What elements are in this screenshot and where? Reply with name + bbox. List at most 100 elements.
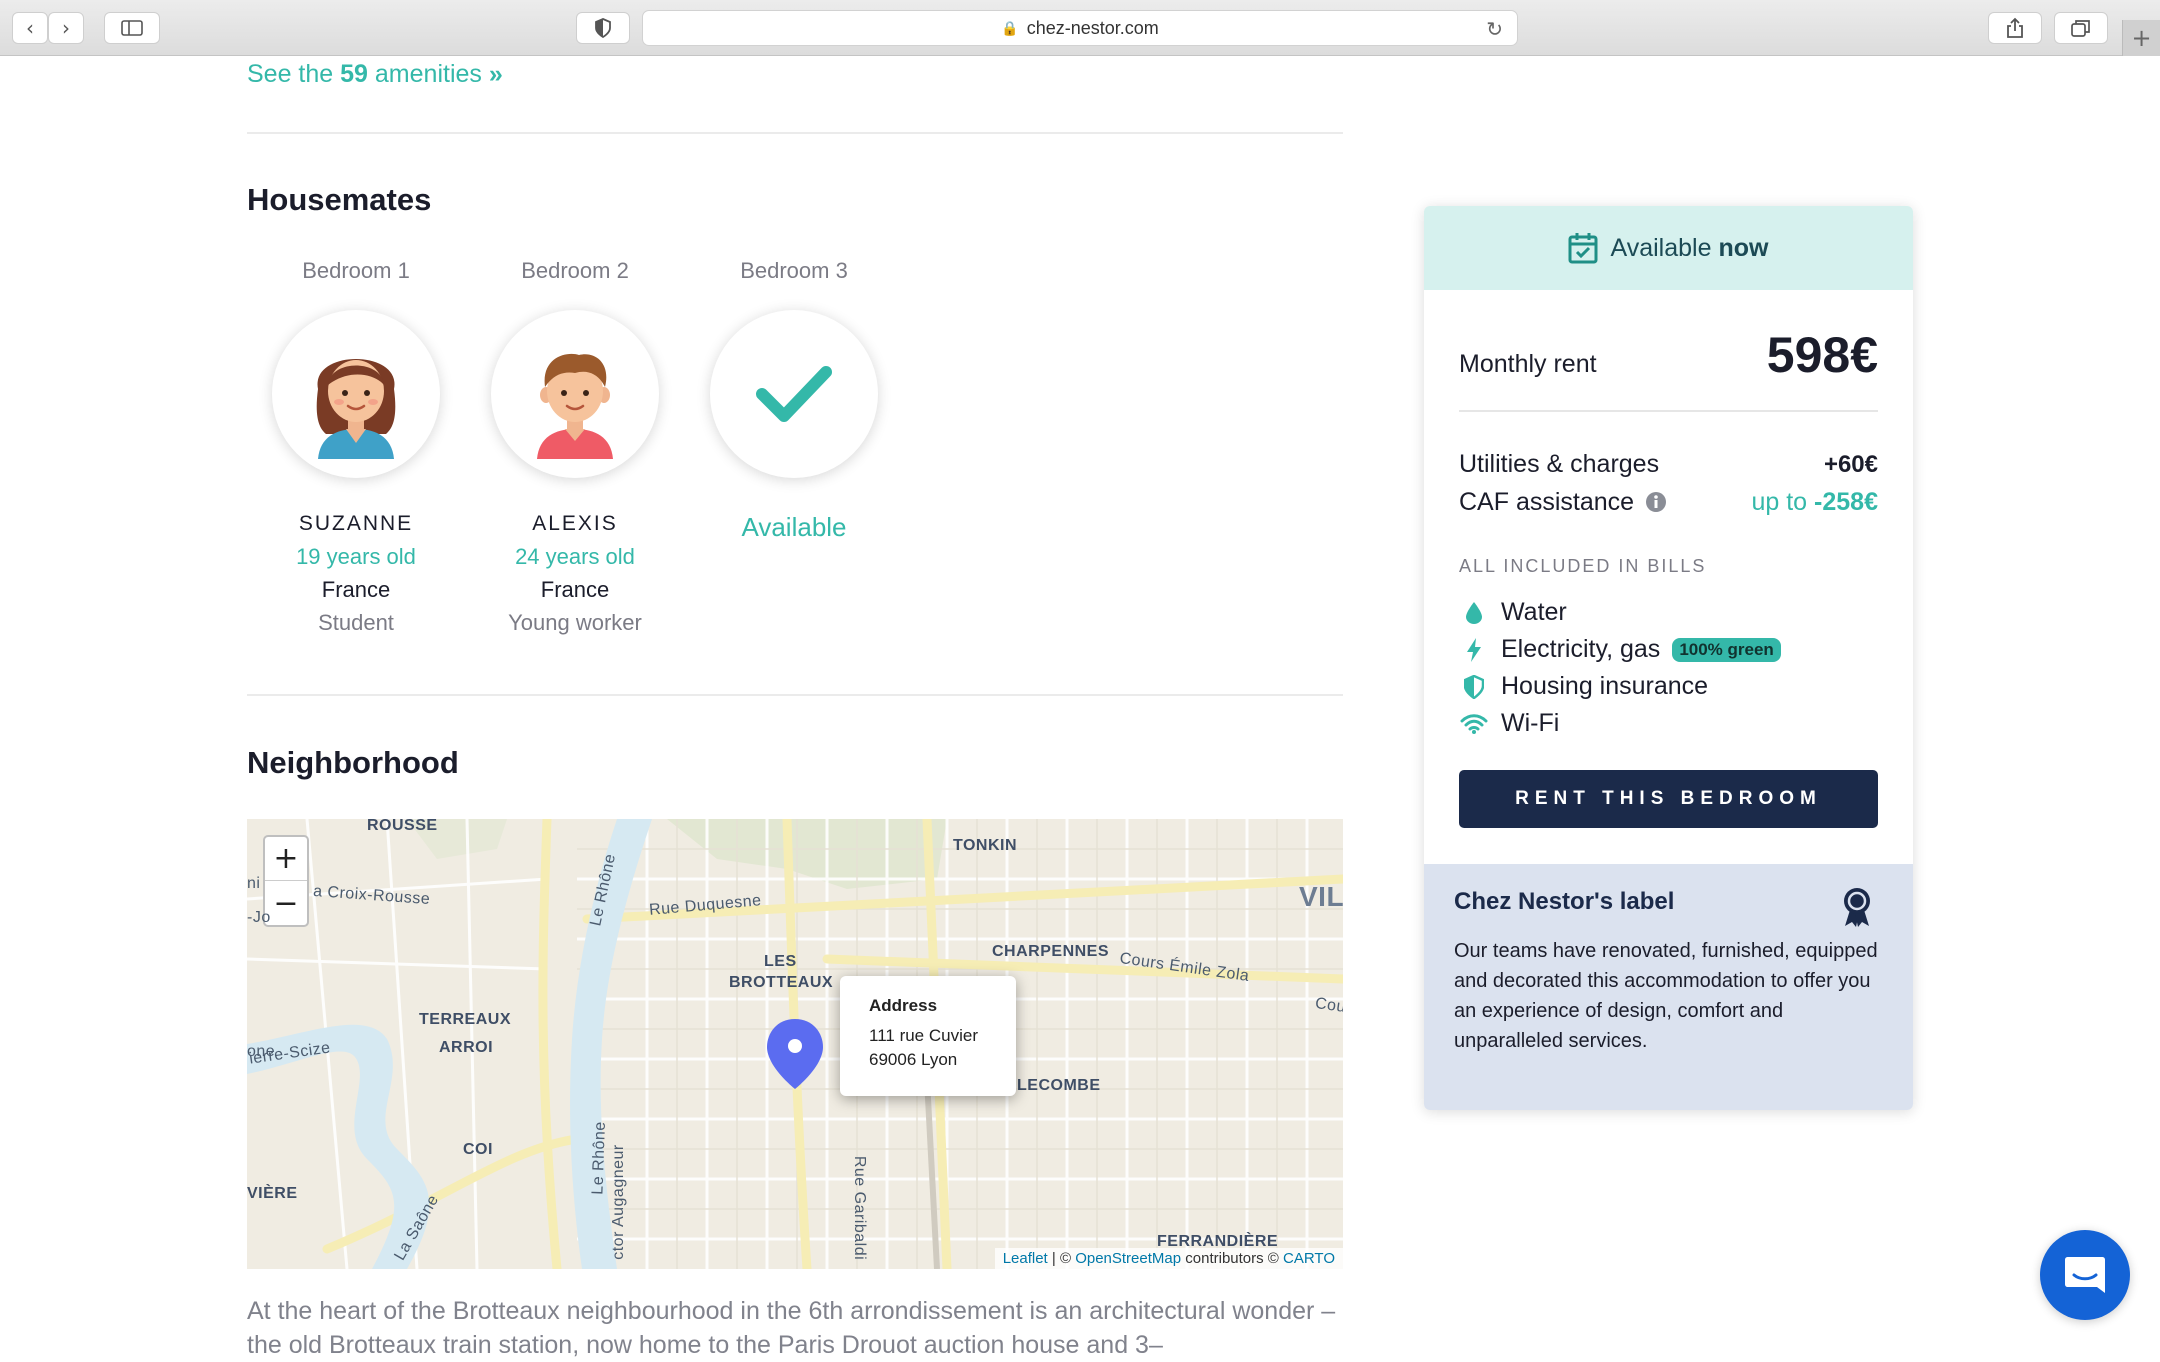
neighborhood-map[interactable]: + − ROUSSE TONKIN VIL a Croix-Rousse Rue…	[247, 819, 1343, 1269]
housemate-card: Bedroom 1 SUZANNE 19 years old France St…	[256, 258, 456, 636]
address-popup[interactable]: Address 111 rue Cuvier 69006 Lyon	[840, 976, 1016, 1096]
section-divider	[247, 132, 1343, 134]
map-label: ni	[247, 875, 261, 892]
attribution-contributors: contributors ©	[1181, 1250, 1284, 1267]
caf-label-text: CAF assistance	[1459, 488, 1635, 516]
avatar	[491, 310, 659, 478]
avatar	[710, 310, 878, 478]
neighborhood-title: Neighborhood	[247, 745, 459, 780]
share-button[interactable]	[1988, 12, 2042, 44]
address-bar[interactable]: 🔒 chez-nestor.com ↻	[642, 10, 1518, 46]
map-label: BROTTEAUX	[729, 974, 834, 991]
utilities-value: +60€	[1823, 451, 1878, 478]
shield-icon	[1464, 674, 1484, 699]
new-tab-button[interactable]: +	[2122, 20, 2160, 56]
map-label: VIÈRE	[247, 1185, 298, 1202]
see-amenities-link[interactable]: See the 59 amenities »	[247, 60, 503, 89]
sidebar-button[interactable]	[104, 12, 160, 44]
amenities-suffix: amenities	[374, 60, 482, 88]
monthly-rent-label: Monthly rent	[1459, 350, 1597, 378]
amenities-count: 59	[340, 60, 368, 88]
housemate-occupation: Young worker	[508, 610, 642, 635]
zoom-in-button[interactable]: +	[265, 837, 307, 881]
chevron-left-icon: ‹	[26, 16, 34, 40]
bill-label: Housing insurance	[1501, 672, 1709, 700]
leaflet-link[interactable]: Leaflet	[1003, 1250, 1048, 1267]
housemate-occupation: Student	[318, 610, 394, 635]
green-energy-badge: 100% green	[1672, 637, 1781, 662]
housemate-age: 24 years old	[515, 544, 635, 569]
rent-bedroom-button[interactable]: RENT THIS BEDROOM	[1459, 770, 1878, 828]
popup-title: Address	[869, 996, 938, 1015]
lightning-icon	[1467, 637, 1481, 662]
bedroom-available-status: Available	[741, 512, 847, 542]
reload-icon[interactable]: ↻	[1486, 17, 1503, 42]
share-icon	[2007, 17, 2023, 38]
caf-amount: -258€	[1814, 488, 1878, 516]
map-label: Le Rhône	[589, 1121, 609, 1195]
monthly-rent-value: 598€	[1766, 327, 1878, 383]
bedroom-label: Bedroom 3	[740, 258, 848, 283]
map-tiles	[247, 819, 1343, 1269]
amenities-prefix: See the	[247, 60, 334, 88]
chevron-right-icon: ›	[62, 16, 70, 40]
chat-icon	[2065, 1257, 2105, 1293]
sidebar-icon	[121, 20, 143, 36]
forward-button[interactable]: ›	[48, 12, 84, 44]
caf-prefix: up to	[1751, 488, 1808, 516]
map-label: Rue Garibaldi	[851, 1155, 869, 1261]
map-label: ARROI	[439, 1039, 494, 1056]
bedroom-label: Bedroom 1	[302, 258, 410, 283]
map-attribution: Leaflet | © OpenStreetMap contributors ©…	[994, 1248, 1343, 1269]
privacy-button[interactable]	[576, 12, 630, 44]
bedroom-label: Bedroom 2	[521, 258, 629, 283]
map-label: one	[247, 1043, 276, 1060]
available-bedroom-card[interactable]: Bedroom 3 Available	[694, 258, 894, 543]
lock-icon: 🔒	[1001, 19, 1019, 36]
map-label: COI	[463, 1141, 493, 1158]
attribution-separator: | ©	[1047, 1250, 1076, 1267]
boy-avatar-icon	[537, 353, 613, 459]
bill-item: Housing insurance	[1459, 672, 1708, 701]
bill-label: Electricity, gas	[1501, 635, 1661, 663]
bill-label: Water	[1501, 598, 1567, 626]
map-label: ctor Augagneur	[609, 1144, 627, 1260]
water-drop-icon	[1466, 601, 1482, 624]
info-icon[interactable]	[1645, 491, 1667, 513]
plus-icon: +	[2131, 24, 2152, 52]
zoom-out-button[interactable]: −	[265, 881, 307, 925]
wifi-icon	[1460, 713, 1488, 734]
monthly-rent-row: Monthly rent 598€	[1459, 326, 1878, 384]
availability-text: Available	[1610, 233, 1712, 262]
neighborhood-description: At the heart of the Brotteaux neighbourh…	[247, 1297, 1336, 1359]
housemates-title: Housemates	[247, 182, 432, 217]
caf-value: up to -258€	[1751, 488, 1878, 517]
housemate-name: SUZANNE	[298, 512, 414, 535]
avatar	[272, 310, 440, 478]
section-divider	[247, 694, 1343, 696]
osm-link[interactable]: OpenStreetMap	[1075, 1250, 1181, 1267]
tabs-overview-button[interactable]	[2054, 12, 2108, 44]
calendar-check-icon	[1568, 233, 1598, 264]
url-text: chez-nestor.com	[1026, 17, 1159, 38]
map-label: TONKIN	[953, 837, 1018, 854]
housemate-card: Bedroom 2 ALEXIS 24 years old France You…	[475, 258, 675, 636]
utilities-row: Utilities & charges +60€	[1459, 450, 1878, 479]
chat-launcher-button[interactable]	[2040, 1230, 2130, 1320]
bill-item: Wi-Fi	[1459, 709, 1559, 738]
included-title: ALL INCLUDED IN BILLS	[1459, 556, 1707, 576]
double-chevron-right-icon: »	[488, 60, 503, 88]
label-description: Our teams have renovated, furnished, equ…	[1454, 940, 1878, 1052]
carto-link[interactable]: CARTO	[1283, 1250, 1335, 1267]
award-ribbon-icon	[1844, 888, 1870, 927]
availability-now: now	[1718, 233, 1769, 262]
girl-avatar-icon	[316, 359, 396, 459]
housemate-name: ALEXIS	[532, 512, 618, 535]
tabs-icon	[2071, 20, 2090, 37]
browser-toolbar: ‹ › 🔒 chez-nestor.com ↻ +	[0, 0, 2160, 56]
back-button[interactable]: ‹	[12, 12, 48, 44]
map-label: TERREAUX	[419, 1011, 512, 1028]
bill-item: Electricity, gas 100% green	[1459, 635, 1781, 664]
caf-row: CAF assistance up to -258€	[1459, 488, 1878, 517]
popup-street: 111 rue Cuvier	[869, 1026, 978, 1045]
